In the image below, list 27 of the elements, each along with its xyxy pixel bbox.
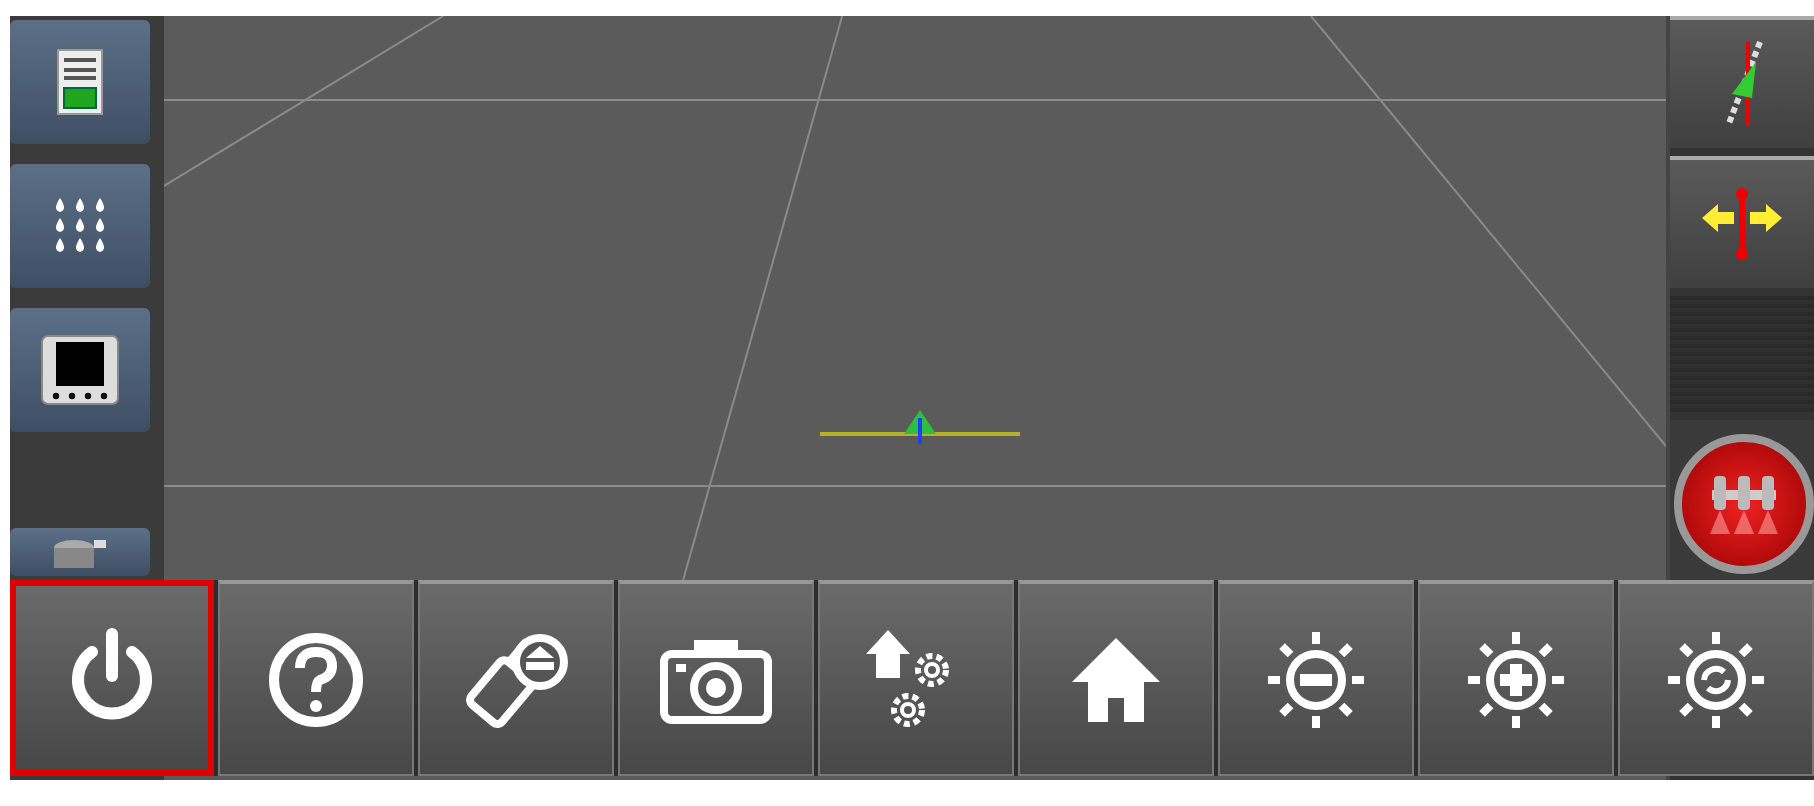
help-button[interactable] [218,580,414,776]
document-icon [56,48,104,116]
guidance-button[interactable] [1670,16,1814,148]
camera-button[interactable] [618,580,814,776]
power-button[interactable] [10,580,214,776]
tank-icon [50,536,110,568]
brightness-down-button[interactable] [1218,580,1414,776]
usb-eject-icon [462,629,570,729]
empty-panel [1670,296,1814,412]
nudge-arrows-icon [1698,184,1786,264]
nozzles-button[interactable] [10,164,150,288]
brightness-reset-button[interactable] [1618,580,1814,776]
home-settings-button[interactable] [818,580,1014,776]
display-button[interactable] [10,308,150,432]
vehicle-marker-icon [820,406,1020,446]
sections-button[interactable] [1674,434,1814,574]
droplets-icon [50,194,110,258]
usb-eject-button[interactable] [418,580,614,776]
home-icon [1068,633,1164,725]
help-icon [266,629,366,729]
monitor-icon [40,334,120,406]
home-button[interactable] [1018,580,1214,776]
report-button[interactable] [10,20,150,144]
tank-button[interactable] [10,528,150,576]
boom-sections-icon [1708,474,1780,534]
brightness-up-button[interactable] [1418,580,1614,776]
nudge-button[interactable] [1670,156,1814,288]
